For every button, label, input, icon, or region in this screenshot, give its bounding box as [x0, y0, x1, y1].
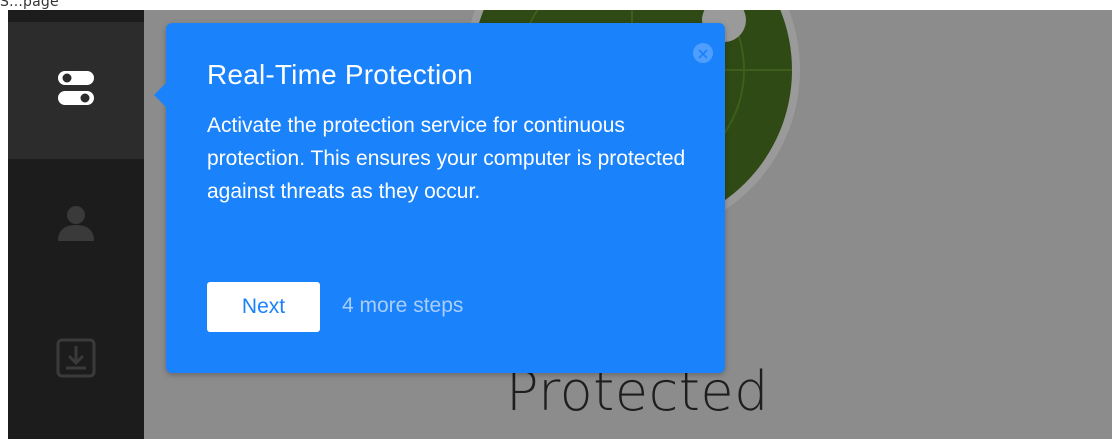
top-strip-text: S...page: [0, 0, 59, 10]
sidebar-item-toggles[interactable]: [8, 22, 144, 159]
download-icon: [52, 334, 100, 386]
close-icon: [698, 44, 708, 63]
sidebar-item-account[interactable]: [8, 175, 144, 275]
popover-title: Real-Time Protection: [207, 59, 473, 90]
popover-arrow: [154, 83, 166, 107]
steps-remaining-label: 4 more steps: [342, 294, 464, 317]
toggle-switches-icon: [52, 65, 100, 117]
user-icon: [54, 201, 98, 249]
sidebar: [8, 10, 144, 439]
app-window: S...page Protected Real-Time Protection …: [0, 0, 1112, 439]
next-button[interactable]: Next: [207, 282, 320, 332]
popover-body: Activate the protection service for cont…: [207, 114, 686, 203]
sidebar-item-updates[interactable]: [8, 310, 144, 410]
close-button[interactable]: [693, 43, 713, 63]
tutorial-popover: Real-Time Protection Activate the protec…: [154, 23, 725, 373]
